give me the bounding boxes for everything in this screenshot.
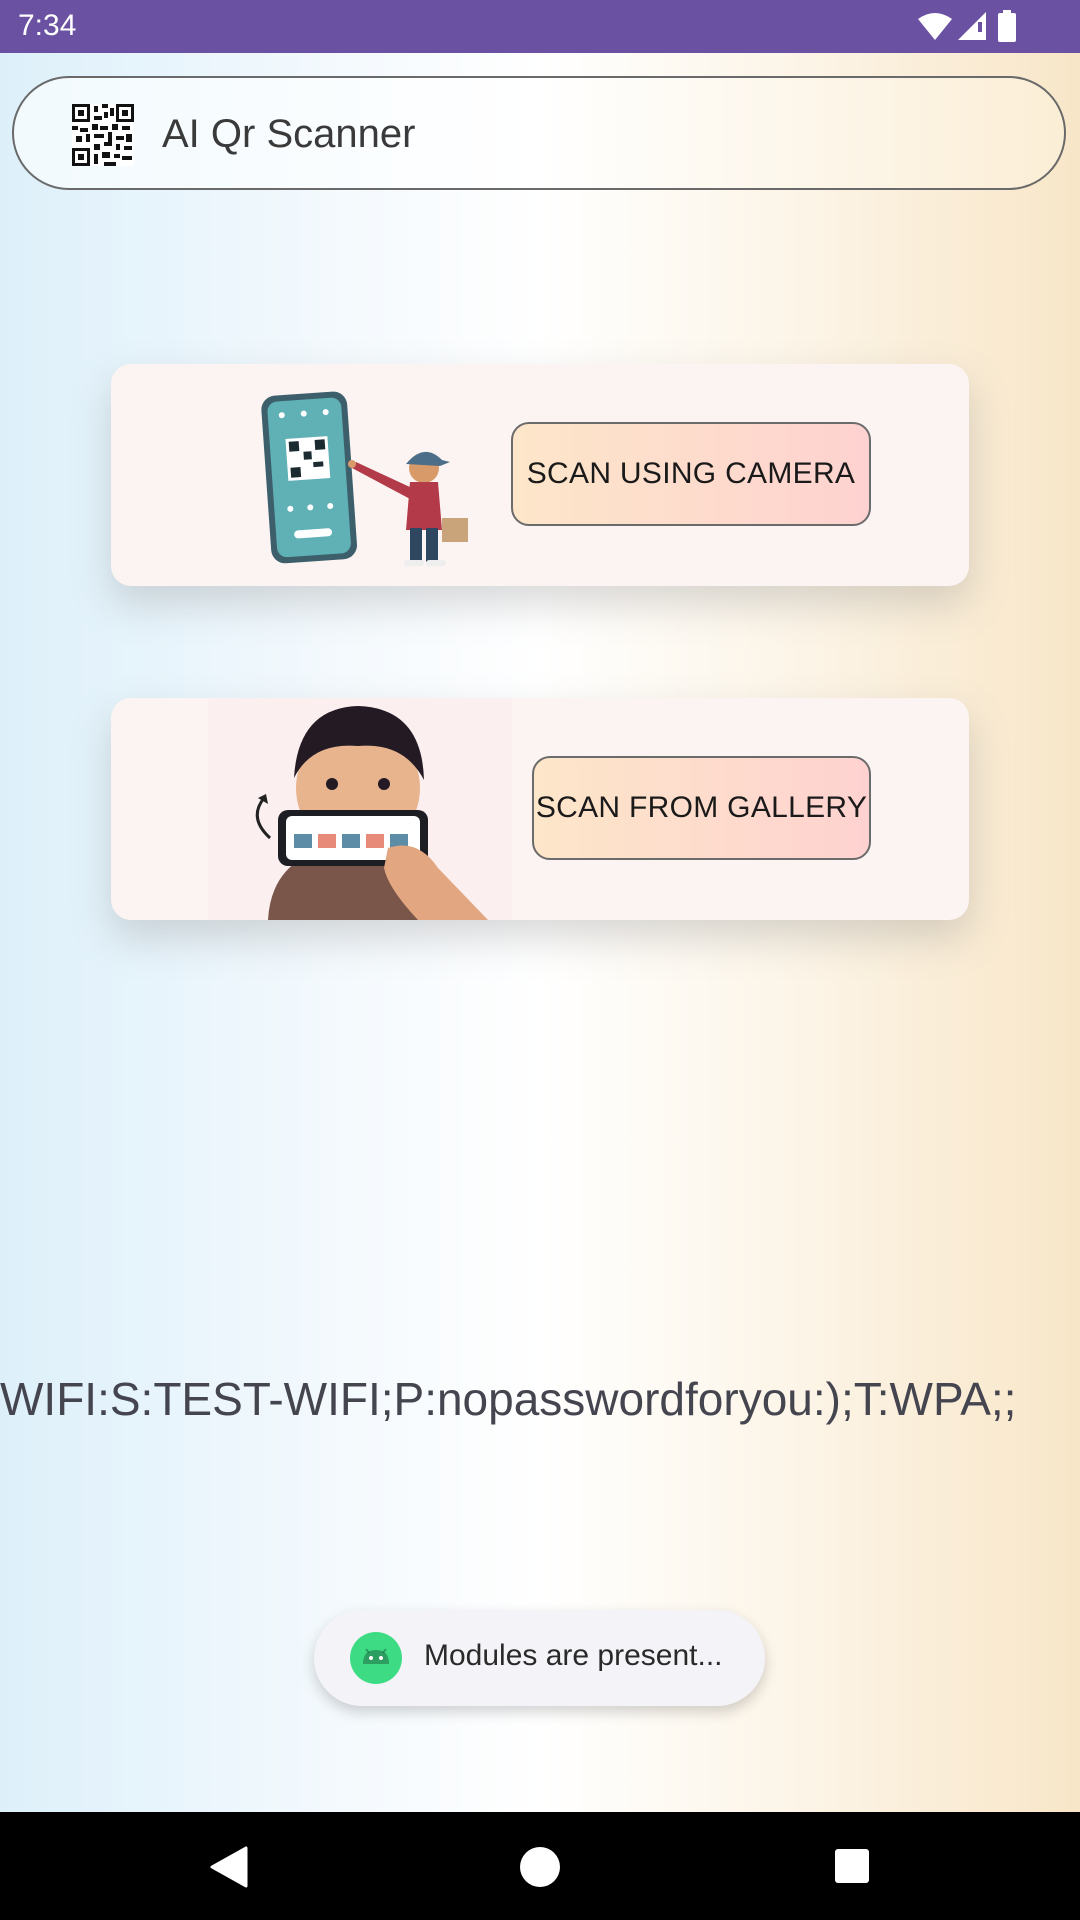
signal-icon — [958, 12, 986, 40]
wifi-icon — [918, 13, 952, 40]
toast-message: Modules are present... — [314, 1610, 765, 1706]
home-icon[interactable] — [519, 1846, 561, 1888]
app-header: AI Qr Scanner — [12, 76, 1066, 190]
scan-result-text: WIFI:S:TEST-WIFI;P:nopasswordforyou:);T:… — [0, 1373, 1017, 1425]
gallery-scan-illustration — [208, 698, 512, 920]
app-title: AI Qr Scanner — [162, 112, 416, 156]
scan-gallery-card[interactable]: SCAN FROM GALLERY — [111, 698, 969, 920]
battery-icon — [998, 10, 1016, 42]
scan-camera-button[interactable]: SCAN USING CAMERA — [511, 422, 871, 526]
status-time: 7:34 — [18, 9, 77, 42]
back-icon[interactable] — [208, 1846, 248, 1888]
scan-gallery-button[interactable]: SCAN FROM GALLERY — [532, 756, 871, 860]
status-bar: 7:34 — [0, 0, 1080, 53]
recents-icon[interactable] — [834, 1848, 870, 1884]
camera-scan-illustration — [261, 391, 468, 566]
scan-camera-card[interactable]: SCAN USING CAMERA — [111, 364, 969, 586]
qr-code-icon — [72, 104, 134, 166]
navigation-bar — [0, 1812, 1080, 1920]
toast-text: Modules are present... — [424, 1639, 723, 1672]
android-icon — [350, 1632, 402, 1684]
